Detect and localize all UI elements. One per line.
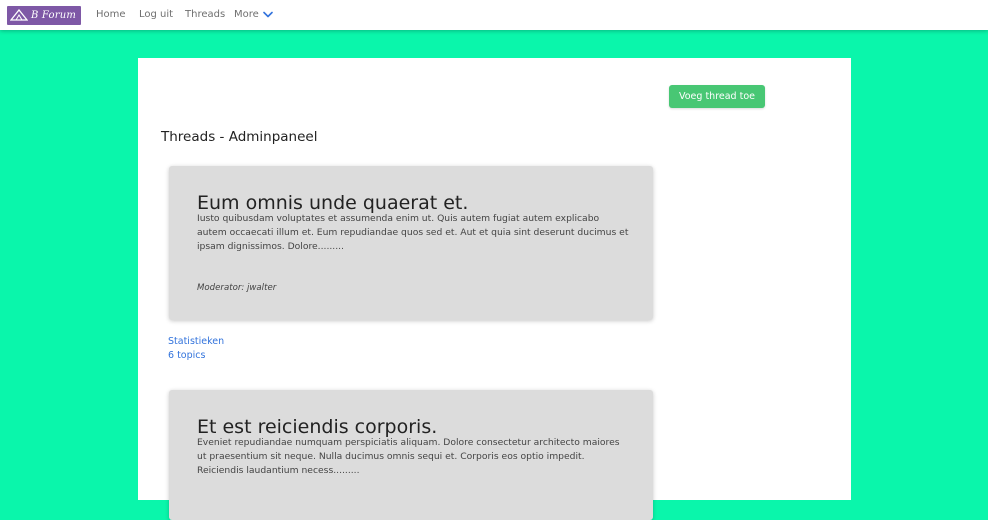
page-title: Threads - Adminpaneel (161, 129, 318, 145)
chevron-down-icon (262, 11, 273, 17)
thread-excerpt: Eveniet repudiandae numquam perspiciatis… (197, 437, 620, 476)
logo-text: B Forum (31, 10, 77, 21)
forum-logo-icon (10, 9, 28, 21)
nav-more-dropdown[interactable]: More (234, 9, 273, 20)
thread-card[interactable]: Et est reiciendis corporis. Eveniet repu… (169, 390, 653, 520)
thread-card[interactable]: Eum omnis unde quaerat et. Iusto quibusd… (169, 166, 653, 320)
navbar: B Forum Home Log uit Threads More (0, 0, 988, 30)
add-thread-button[interactable]: Voeg thread toe (669, 85, 765, 108)
thread-statistics-link[interactable]: Statistieken (168, 336, 224, 347)
nav-link-home[interactable]: Home (96, 9, 126, 20)
thread-title: Eum omnis unde quaerat et. (197, 192, 469, 214)
nav-more-label: More (234, 9, 259, 20)
forum-logo[interactable]: B Forum (7, 6, 81, 25)
main-panel: Voeg thread toe Threads - Adminpaneel Eu… (138, 58, 851, 520)
thread-moderator: Moderator: jwalter (197, 283, 277, 293)
thread-excerpt: Iusto quibusdam voluptates et assumenda … (197, 213, 629, 252)
nav-link-threads[interactable]: Threads (185, 9, 225, 20)
thread-topics-link[interactable]: 6 topics (168, 350, 205, 361)
thread-title: Et est reiciendis corporis. (197, 416, 438, 438)
nav-link-logout[interactable]: Log uit (139, 9, 173, 20)
